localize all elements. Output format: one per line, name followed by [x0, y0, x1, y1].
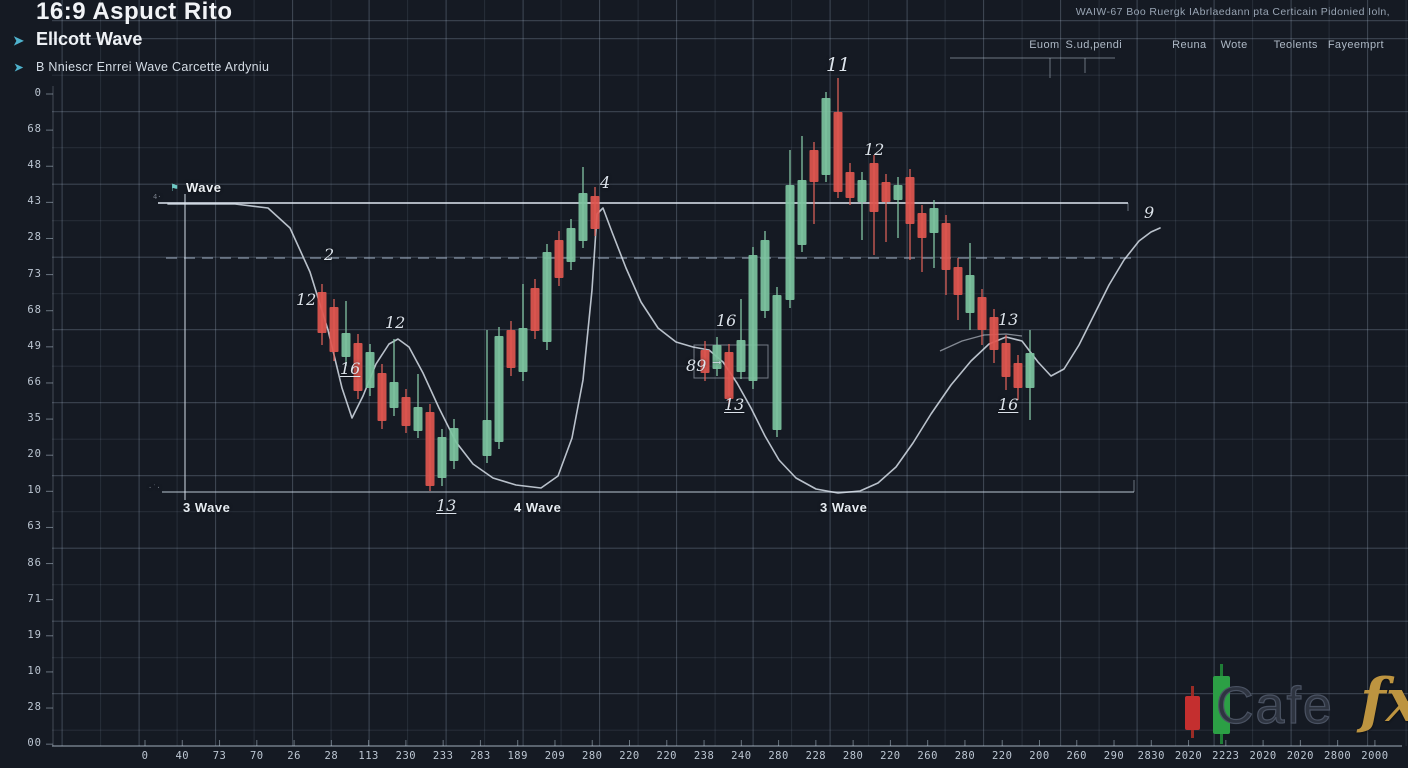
menu-item-fayeemprt[interactable]: Fayeemprt	[1328, 39, 1384, 51]
elliott-wave-curve	[168, 204, 1160, 493]
logo-red-candle-body	[1185, 696, 1200, 730]
wave-label: 4 Wave	[514, 500, 561, 515]
logo-text-fx: fx	[1360, 666, 1408, 736]
wave-label: Wave	[186, 180, 221, 195]
wave-label: 89	[686, 356, 706, 375]
y-axis-label: 35	[8, 412, 42, 424]
cafefx-logo: Cafe fx	[1172, 652, 1402, 752]
wave-label: ·˙·	[148, 484, 161, 492]
y-axis-label: 49	[8, 340, 42, 352]
y-axis-label: 28	[8, 701, 42, 713]
chart-description: B Nniescr Enrrei Wave Carcette Ardyniu	[36, 60, 269, 74]
wave-label: 13	[436, 496, 456, 515]
candles	[318, 78, 1035, 491]
y-axis-label: 28	[8, 231, 42, 243]
y-axis-label: 00	[8, 737, 42, 749]
y-axis-label: 86	[8, 557, 42, 569]
wave-label: 4·	[153, 193, 161, 201]
y-axis-label: 43	[8, 195, 42, 207]
wave-label: 2	[324, 245, 334, 264]
y-axis-label: 0	[8, 87, 42, 99]
wave-label: 12	[296, 290, 316, 309]
y-axis-label: 48	[8, 159, 42, 171]
top-right-note: WAIW-67 Boo Ruergk IAbrlaedann pta Certi…	[1076, 6, 1390, 18]
decoration-ticks	[950, 58, 1134, 492]
wave-label: 3 Wave	[820, 500, 867, 515]
y-axis-label: 71	[8, 593, 42, 605]
menu-item-teolents[interactable]: Teolents	[1274, 39, 1318, 51]
y-axis-label: 10	[8, 665, 42, 677]
y-axis-label: 19	[8, 629, 42, 641]
wave-label: 9	[1144, 203, 1154, 222]
menu-item-s-ud-pendi[interactable]: S.ud,pendi	[1066, 39, 1123, 51]
chart-subtitle: Ellcott Wave	[36, 29, 142, 50]
y-axis-label: 20	[8, 448, 42, 460]
chevron-right-icon: ➤	[14, 61, 23, 74]
wave-label: 16	[716, 311, 736, 330]
wave-label: 16	[998, 395, 1018, 414]
wave-label: 13	[724, 395, 744, 414]
wave-label: 12	[864, 140, 884, 159]
y-axis-label: 10	[8, 484, 42, 496]
wave-label: 4	[600, 173, 610, 192]
chevron-right-icon: ➤	[13, 33, 24, 49]
app-root: { "header": { "title": "16:9 Aspuct Rito…	[0, 0, 1408, 768]
top-menu: Euom S.ud,pendi Reuna Wote Teolents Fayeemprt	[1029, 39, 1384, 51]
y-axis-label: 63	[8, 520, 42, 532]
menu-item-wote[interactable]: Wote	[1221, 39, 1248, 51]
wave-label: 11	[826, 54, 850, 76]
wave-label: →	[712, 356, 721, 369]
logo-text-cafe: Cafe	[1216, 676, 1334, 736]
y-axis-label: 68	[8, 304, 42, 316]
wave-flag-icon: ⚑	[170, 183, 179, 194]
wave-label: 16	[340, 359, 360, 378]
menu-item-euom[interactable]: Euom	[1029, 39, 1059, 51]
y-axis-label: 73	[8, 268, 42, 280]
axis-lines	[46, 86, 1402, 746]
y-axis-label: 66	[8, 376, 42, 388]
menu-item-reuna[interactable]: Reuna	[1172, 39, 1206, 51]
wave-label: 12	[385, 313, 405, 332]
wave-label: 13	[998, 310, 1018, 329]
wave-label: 3 Wave	[183, 500, 230, 515]
y-axis-label: 68	[8, 123, 42, 135]
page-title: 16:9 Aspuct Rito	[36, 0, 232, 26]
